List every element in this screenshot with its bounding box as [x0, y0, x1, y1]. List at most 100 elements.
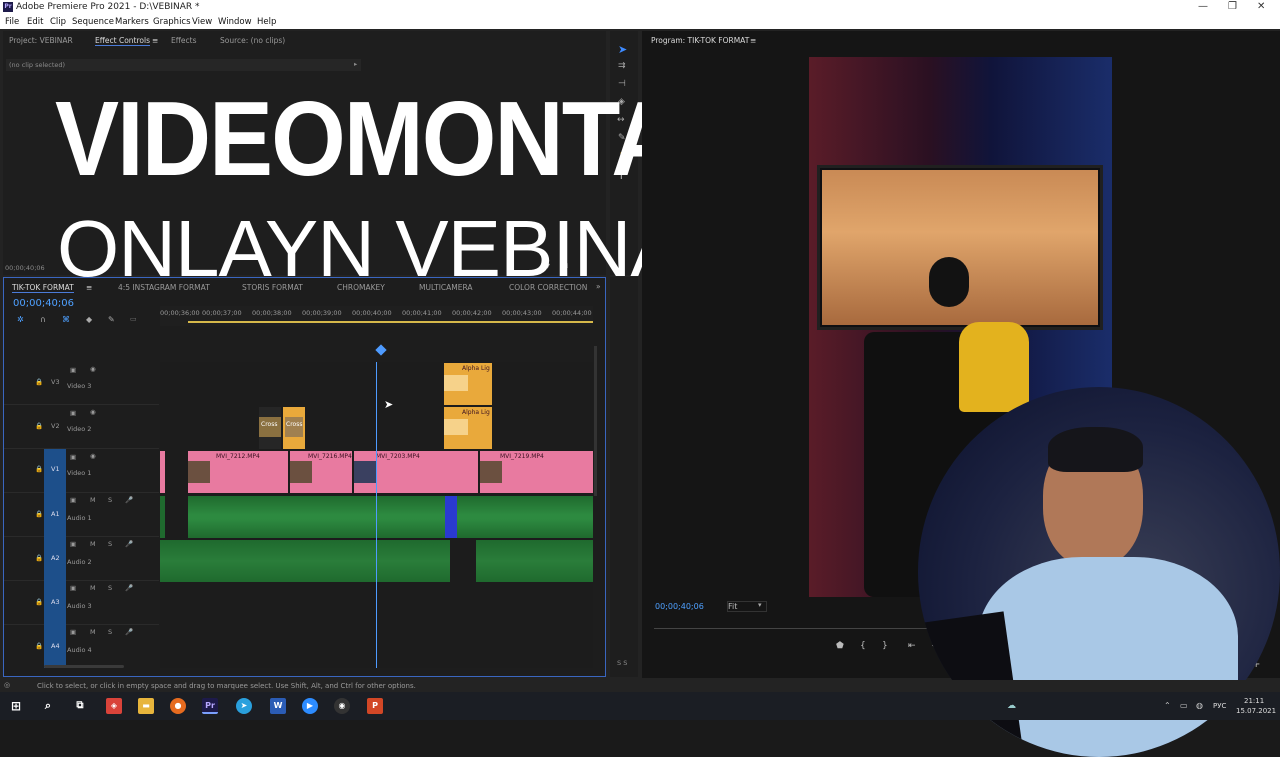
maximize-button[interactable]: ❐	[1228, 1, 1237, 12]
menu-clip[interactable]: Clip	[50, 17, 66, 27]
lock-icon[interactable]: 🔒	[35, 598, 43, 606]
linked-selection-icon[interactable]: ⌘	[62, 315, 70, 324]
microphone-icon[interactable]: 🎤	[125, 540, 133, 548]
marker-icon[interactable]: ◆	[86, 315, 92, 324]
menu-window[interactable]: Window	[218, 17, 252, 27]
mute-button[interactable]: M	[90, 496, 96, 504]
lock-icon[interactable]: 🔒	[35, 465, 43, 473]
track-select-tool-icon[interactable]: ⇉	[618, 61, 626, 71]
film-icon[interactable]: ▣	[70, 496, 76, 504]
solo-button[interactable]: S	[108, 496, 112, 504]
tab-source[interactable]: Source: (no clips)	[220, 36, 285, 45]
tab-storis[interactable]: STORIS FORMAT	[242, 283, 303, 292]
mute-button[interactable]: M	[90, 584, 96, 592]
tab-instagram[interactable]: 4:5 INSTAGRAM FORMAT	[118, 283, 210, 292]
close-button[interactable]: ✕	[1257, 1, 1265, 12]
clip-cross-dissolve[interactable]: Cross	[259, 407, 281, 449]
menu-markers[interactable]: Markers	[115, 17, 149, 27]
tab-tik-tok[interactable]: TIK-TOK FORMAT	[12, 283, 74, 293]
language-indicator[interactable]: РУС	[1213, 702, 1226, 710]
menu-sequence[interactable]: Sequence	[72, 17, 114, 27]
program-timecode[interactable]: 00;00;40;06	[655, 602, 704, 611]
word-icon[interactable]: W	[270, 698, 286, 714]
battery-icon[interactable]: ▭	[1180, 701, 1188, 710]
clip-alpha-light-v2[interactable]: Alpha Lig	[444, 407, 492, 449]
track-area[interactable]: Alpha Lig Cross Cross Alpha Lig MVI_7212…	[160, 362, 593, 668]
wrench-icon[interactable]: ✎	[108, 315, 115, 324]
nest-icon[interactable]: ✲	[17, 315, 24, 324]
menu-help[interactable]: Help	[257, 17, 276, 27]
film-icon[interactable]: ▣	[70, 366, 76, 374]
work-area-bar[interactable]	[188, 321, 593, 323]
audio-clip-edge[interactable]	[160, 496, 165, 538]
lock-icon[interactable]: 🔒	[35, 554, 43, 562]
solo-button[interactable]: S	[108, 540, 112, 548]
menu-view[interactable]: View	[192, 17, 212, 27]
clock-date[interactable]: 15.07.2021	[1236, 707, 1276, 715]
snap-icon[interactable]: ∩	[40, 315, 46, 324]
zoom-icon[interactable]: ▶	[302, 698, 318, 714]
selection-tool-icon[interactable]: ➤	[618, 43, 627, 56]
network-icon[interactable]: ◍	[1196, 701, 1203, 710]
add-marker-icon[interactable]: ⬟	[836, 641, 844, 651]
vertical-scrollbar[interactable]	[594, 346, 597, 496]
solo-meter-labels[interactable]: S S	[617, 659, 627, 667]
eye-icon[interactable]: ◉	[90, 452, 96, 460]
eye-icon[interactable]: ◉	[90, 365, 96, 373]
microphone-icon[interactable]: 🎤	[125, 496, 133, 504]
tray-chevron-icon[interactable]: ⌃	[1164, 701, 1171, 710]
audio-clip-a2[interactable]	[160, 540, 450, 582]
audio-clip-a1[interactable]	[188, 496, 593, 538]
more-tabs-icon[interactable]: »	[596, 282, 601, 291]
chevron-right-icon[interactable]: ▸	[354, 60, 357, 68]
film-icon[interactable]: ▣	[70, 540, 76, 548]
mute-button[interactable]: M	[90, 540, 96, 548]
lock-icon[interactable]: 🔒	[35, 642, 43, 650]
tab-chromakey[interactable]: CHROMAKEY	[337, 283, 385, 292]
minimize-button[interactable]: —	[1198, 1, 1208, 12]
horizontal-scrollbar[interactable]	[44, 665, 124, 668]
clip-cross-dissolve-2[interactable]: Cross	[283, 407, 305, 449]
mark-out-icon[interactable]: }	[882, 641, 888, 651]
solo-button[interactable]: S	[108, 584, 112, 592]
clip-mvi-7212[interactable]: MVI_7212.MP4	[188, 451, 288, 493]
clip-alpha-light-v3[interactable]: Alpha Lig	[444, 363, 492, 405]
powerpoint-icon[interactable]: P	[367, 698, 383, 714]
weather-icon[interactable]: ☁	[1007, 701, 1016, 711]
clip-mvi-7216[interactable]: MVI_7216.MP4	[290, 451, 352, 493]
lock-icon[interactable]: 🔒	[35, 378, 43, 386]
timeline-timecode[interactable]: 00;00;40;06	[13, 298, 74, 309]
tab-project[interactable]: Project: VEBINAR	[9, 36, 73, 45]
menu-file[interactable]: File	[5, 17, 19, 27]
playhead-handle[interactable]	[375, 344, 387, 356]
clip-mvi-7219[interactable]: MVI_7219.MP4	[480, 451, 593, 493]
task-view-icon[interactable]: ⧉	[72, 698, 88, 714]
tab-color-correction[interactable]: COLOR CORRECTION	[509, 283, 587, 292]
firefox-icon[interactable]: ●	[170, 698, 186, 714]
captions-icon[interactable]: ▭	[130, 315, 137, 323]
premiere-pro-icon[interactable]: Pr	[202, 698, 218, 714]
film-icon[interactable]: ▣	[70, 453, 76, 461]
telegram-icon[interactable]: ➤	[236, 698, 252, 714]
menu-edit[interactable]: Edit	[27, 17, 43, 27]
mute-button[interactable]: M	[90, 628, 96, 636]
go-to-in-icon[interactable]: ⇤	[908, 641, 916, 651]
windows-start-icon[interactable]: ⊞	[8, 698, 24, 714]
file-explorer-icon[interactable]: ▬	[138, 698, 154, 714]
timeline-menu-icon[interactable]: ≡	[86, 283, 92, 292]
playhead[interactable]	[376, 362, 377, 668]
microphone-icon[interactable]: 🎤	[125, 628, 133, 636]
tab-effect-controls[interactable]: Effect Controls	[95, 36, 150, 46]
menu-graphics[interactable]: Graphics	[153, 17, 191, 27]
solo-button[interactable]: S	[108, 628, 112, 636]
film-icon[interactable]: ▣	[70, 628, 76, 636]
obs-icon[interactable]: ◉	[334, 698, 350, 714]
clip-edge[interactable]	[160, 451, 165, 493]
lock-icon[interactable]: 🔒	[35, 422, 43, 430]
lock-icon[interactable]: 🔒	[35, 510, 43, 518]
clock-time[interactable]: 21:11	[1244, 697, 1264, 705]
mark-in-icon[interactable]: {	[860, 641, 866, 651]
microphone-icon[interactable]: 🎤	[125, 584, 133, 592]
tab-program[interactable]: Program: TIK-TOK FORMAT	[651, 36, 749, 45]
clip-mvi-7203[interactable]: MVI_7203.MP4	[354, 451, 478, 493]
